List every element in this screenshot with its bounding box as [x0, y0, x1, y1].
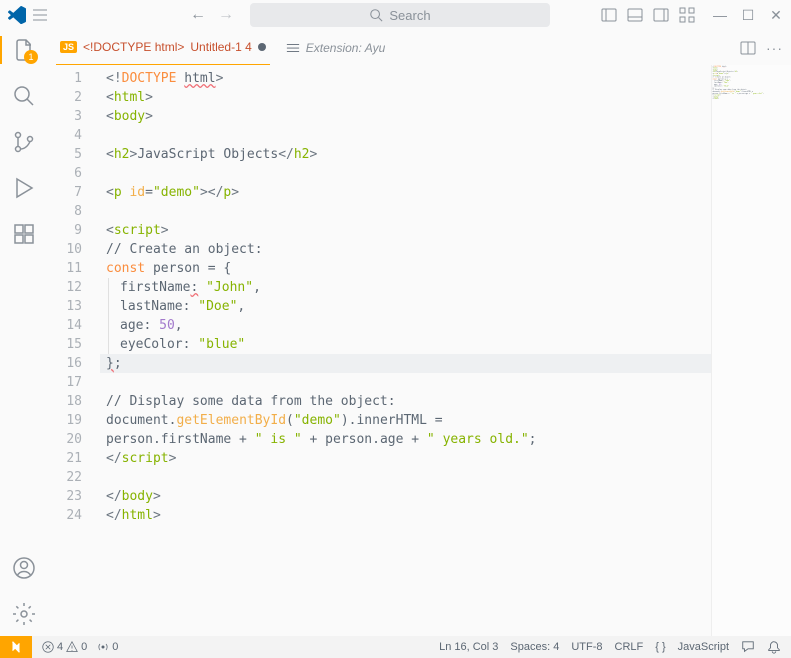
tab-extension-ayu[interactable]: Extension: Ayu: [282, 30, 390, 65]
status-eol[interactable]: CRLF: [615, 641, 644, 653]
layout-panel-icon[interactable]: [627, 7, 643, 23]
status-cursor-position[interactable]: Ln 16, Col 3: [439, 641, 498, 653]
split-editor-icon[interactable]: [740, 40, 756, 56]
window-minimize-icon[interactable]: —: [713, 8, 727, 22]
tab-bar: JS <!DOCTYPE html> Untitled-1 4 Extensio…: [48, 30, 791, 65]
remote-indicator-icon[interactable]: [0, 636, 32, 658]
status-ports[interactable]: 0: [97, 641, 118, 653]
tab-label: Extension: Ayu: [306, 41, 386, 55]
status-language[interactable]: JavaScript: [678, 641, 729, 653]
activity-bar: 1: [0, 30, 48, 636]
settings-gear-icon[interactable]: [12, 602, 36, 626]
command-center-search[interactable]: Search: [250, 3, 550, 27]
more-actions-icon[interactable]: ···: [766, 40, 783, 56]
warning-icon: [66, 641, 78, 653]
error-icon: [42, 641, 54, 653]
source-control-icon[interactable]: [12, 130, 36, 154]
search-icon[interactable]: [12, 84, 36, 108]
nav-forward-icon[interactable]: →: [218, 6, 234, 24]
search-placeholder: Search: [389, 8, 430, 23]
tab-secondary: Untitled-1 4: [190, 40, 251, 54]
line-gutter: 123456789101112131415161718192021222324: [48, 65, 100, 636]
code-content[interactable]: <!DOCTYPE html><html><body><h2>JavaScrip…: [100, 65, 711, 636]
title-bar: ← → Search — ☐ ✕: [0, 0, 791, 30]
editor-area: JS <!DOCTYPE html> Untitled-1 4 Extensio…: [48, 30, 791, 636]
explorer-icon[interactable]: 1: [12, 38, 36, 62]
layout-sidebar-right-icon[interactable]: [653, 7, 669, 23]
tab-dirty-indicator: [258, 43, 266, 51]
accounts-icon[interactable]: [12, 556, 36, 580]
vscode-logo-icon: [8, 6, 26, 24]
status-feedback-icon[interactable]: [741, 640, 755, 654]
tab-filename: <!DOCTYPE html>: [83, 40, 184, 54]
run-debug-icon[interactable]: [12, 176, 36, 200]
status-problems[interactable]: 4 0: [42, 641, 87, 653]
window-maximize-icon[interactable]: ☐: [741, 8, 755, 22]
extension-icon: [286, 41, 300, 55]
minimap[interactable]: <!DOCTYPE html><html><body><h2>JavaScrip…: [711, 65, 791, 636]
layout-sidebar-left-icon[interactable]: [601, 7, 617, 23]
nav-back-icon[interactable]: ←: [190, 6, 206, 24]
broadcast-icon: [97, 641, 109, 653]
window-close-icon[interactable]: ✕: [769, 8, 783, 22]
status-encoding[interactable]: UTF-8: [571, 641, 602, 653]
status-bell-icon[interactable]: [767, 640, 781, 654]
search-icon: [369, 8, 383, 22]
status-indentation[interactable]: Spaces: 4: [510, 641, 559, 653]
layout-customize-icon[interactable]: [679, 7, 695, 23]
editor-body[interactable]: 123456789101112131415161718192021222324 …: [48, 65, 791, 636]
status-language-braces[interactable]: { }: [655, 641, 665, 653]
status-bar: 4 0 0 Ln 16, Col 3 Spaces: 4 UTF-8 CRLF …: [0, 636, 791, 658]
explorer-badge: 1: [24, 50, 38, 64]
tab-active[interactable]: JS <!DOCTYPE html> Untitled-1 4: [56, 30, 270, 65]
nav-arrows: ← →: [190, 6, 234, 24]
js-language-badge: JS: [60, 41, 77, 53]
extensions-icon[interactable]: [12, 222, 36, 246]
hamburger-menu-icon[interactable]: [32, 7, 48, 23]
